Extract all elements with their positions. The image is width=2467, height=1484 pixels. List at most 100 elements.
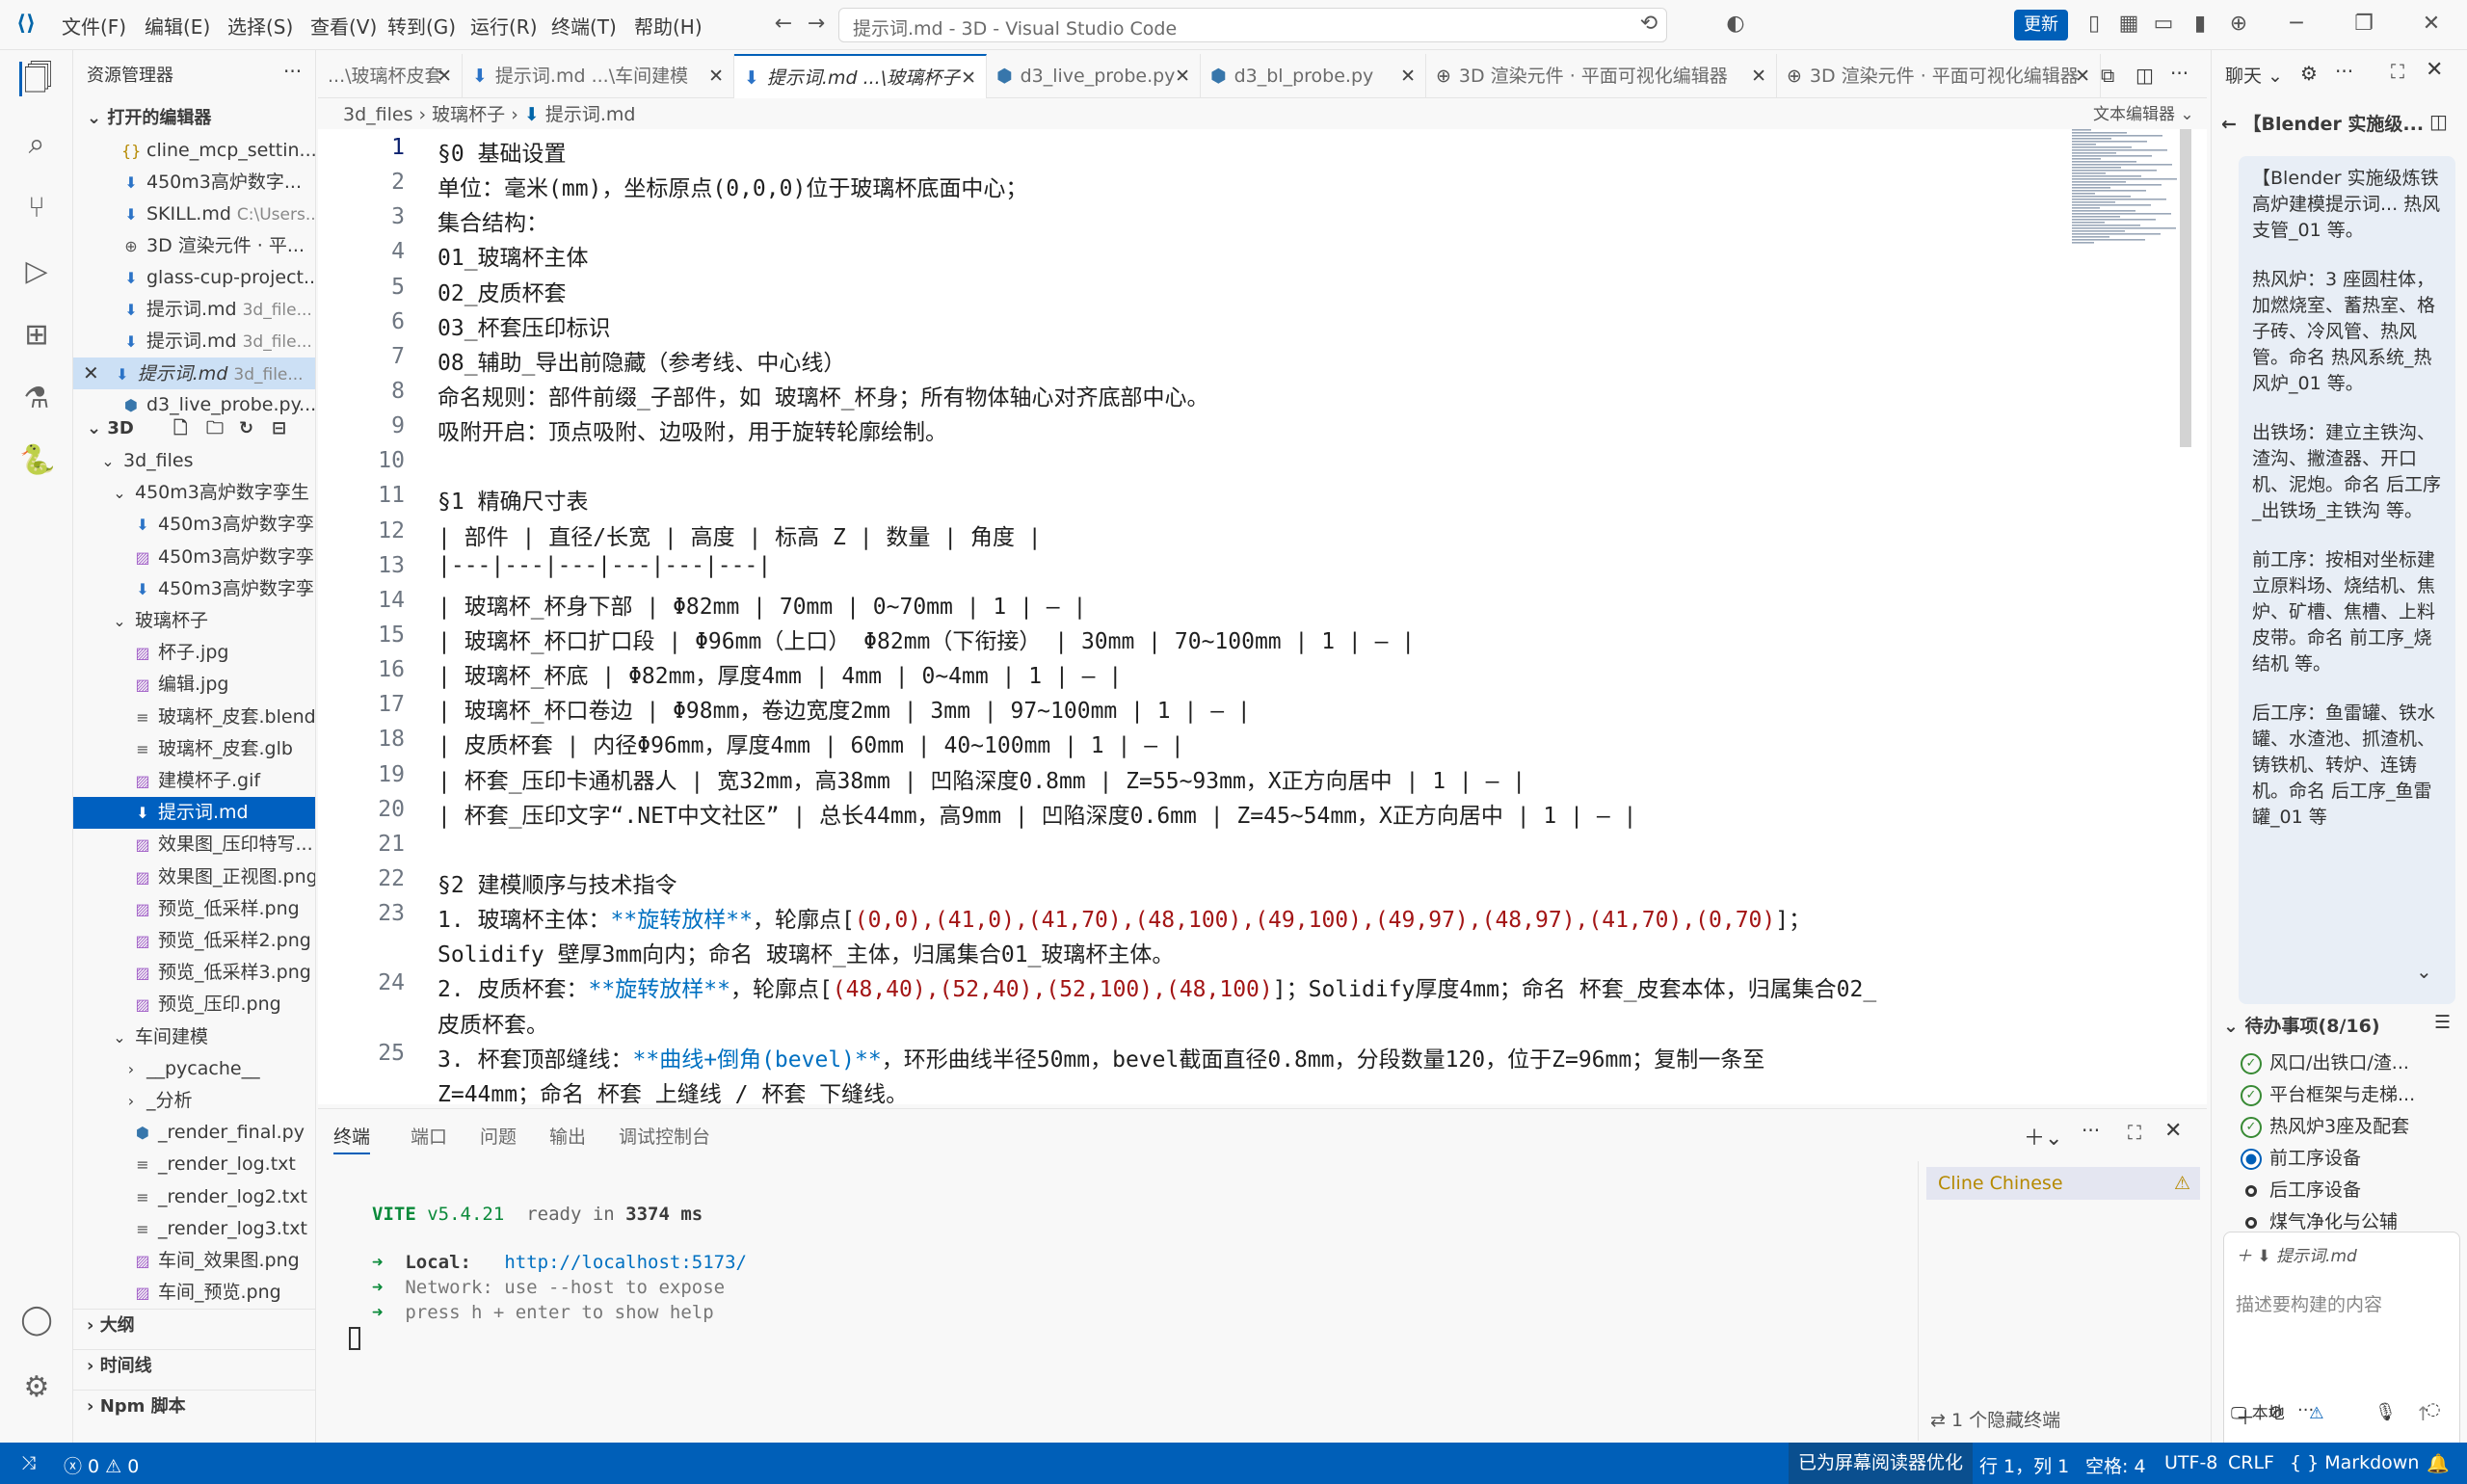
tree-file[interactable]: ▨ 效果图_正视图.png xyxy=(73,861,315,893)
code-line[interactable]: 吸附开启：顶点吸附、边吸附，用于旋转轮廓绘制。 xyxy=(438,413,947,446)
split-editor-icon[interactable]: ◫ xyxy=(2135,64,2154,87)
editor-tab[interactable]: ⬇ 提示词.md ...\玻璃杯子 ✕ xyxy=(734,54,987,98)
tree-file[interactable]: ▨ 编辑.jpg xyxy=(73,669,315,701)
code-line[interactable]: 皮质杯套。 xyxy=(438,1006,548,1039)
code-line[interactable]: | 玻璃杯_杯口扩口段 | Φ96mm（上口） Φ82mm（下衔接） | 30m… xyxy=(438,623,1415,655)
code-line[interactable]: 01_玻璃杯主体 xyxy=(438,239,589,272)
code-line[interactable]: | 皮质杯套 | 内径Φ96mm，厚度4mm | 60mm | 40~100mm… xyxy=(438,727,1184,759)
tree-folder[interactable]: › __pycache__ xyxy=(73,1053,315,1085)
tree-file[interactable]: ≡ _render_log.txt xyxy=(73,1149,315,1180)
testing-icon[interactable]: ⚗ xyxy=(19,382,54,416)
open-editor-item[interactable]: ⬇ 450m3高炉数字... xyxy=(73,167,315,199)
extensions-icon[interactable]: ⊞ xyxy=(19,318,54,353)
python-icon[interactable]: 🐍 xyxy=(19,443,55,478)
run-debug-icon[interactable]: ▷ xyxy=(19,254,54,289)
breadcrumb-folder[interactable]: 3d_files xyxy=(343,104,412,125)
tree-folder[interactable]: ⌄ 车间建模 xyxy=(73,1021,315,1053)
editor-tab[interactable]: ⬇ 提示词.md ...\车间建模 ✕ xyxy=(463,54,734,98)
encoding[interactable]: UTF-8 xyxy=(2164,1452,2217,1473)
tree-file[interactable]: ⬢ _render_final.py xyxy=(73,1117,315,1149)
code-line[interactable]: | 部件 | 直径/长宽 | 高度 | 标高 Z | 数量 | 角度 | xyxy=(438,518,1042,551)
close-panel-icon[interactable]: ✕ xyxy=(2164,1119,2182,1143)
menu-item[interactable]: 编辑(E) xyxy=(145,12,210,40)
menu-item[interactable]: 帮助(H) xyxy=(634,12,703,40)
search-icon[interactable]: ⌕ xyxy=(19,127,54,162)
menu-item[interactable]: 查看(V) xyxy=(310,12,377,40)
close-icon[interactable]: ✕ xyxy=(83,361,99,384)
minimize-icon[interactable]: ─ xyxy=(2284,12,2309,37)
chat-settings-icon[interactable]: ⚙ xyxy=(2300,62,2318,85)
tree-file[interactable]: ▨ 效果图_压印特写... xyxy=(73,829,315,861)
code-line[interactable]: §1 精确尺寸表 xyxy=(438,483,589,516)
tree-file[interactable]: ≡ _render_log2.txt xyxy=(73,1181,315,1213)
panel-tab[interactable]: 终端 xyxy=(333,1123,371,1154)
new-folder-icon[interactable]: 🗀 xyxy=(206,412,224,444)
open-editor-item[interactable]: ⬇ SKILL.md C:\Users... xyxy=(73,199,315,230)
chat-input[interactable]: 描述要构建的内容 xyxy=(2236,1290,2382,1316)
tree-folder[interactable]: ⌄ 450m3高炉数字孪生 xyxy=(73,477,315,509)
minimap[interactable] xyxy=(2072,129,2188,254)
panel-tab[interactable]: 调试控制台 xyxy=(619,1123,710,1149)
panel-more-icon[interactable]: ··· xyxy=(2082,1119,2100,1142)
editor-scrollbar[interactable] xyxy=(2180,129,2191,447)
todo-item[interactable]: 前工序设备 xyxy=(2241,1144,2361,1170)
outline-section[interactable]: › 大纲 xyxy=(73,1309,315,1340)
local-url-link[interactable]: http://localhost:5173/ xyxy=(504,1252,747,1273)
chat-more-icon[interactable]: ··· xyxy=(2335,60,2353,83)
breadcrumb-subfolder[interactable]: 玻璃杯子 xyxy=(432,104,505,125)
maximize-panel-icon[interactable]: ⛶ xyxy=(2128,1121,2141,1144)
menu-item[interactable]: 文件(F) xyxy=(62,12,126,40)
restore-icon[interactable]: ❐ xyxy=(2351,12,2376,37)
tree-folder[interactable]: › _分析 xyxy=(73,1085,315,1117)
code-line[interactable]: Z=44mm；命名 杯套_上缝线 / 杯套_下缝线。 xyxy=(438,1075,908,1104)
editor-mode-label[interactable]: 文本编辑器 ⌄ xyxy=(2093,100,2194,124)
tree-file[interactable]: ▨ 预览_低采样.png xyxy=(73,893,315,925)
toggle-primary-sidebar-icon[interactable]: ▯ xyxy=(2082,12,2107,37)
close-tab-icon[interactable]: ✕ xyxy=(708,54,724,98)
cursor-position[interactable]: 行 1，列 1 xyxy=(1979,1452,2069,1478)
new-terminal-icon[interactable]: ＋⌄ xyxy=(2024,1121,2062,1152)
toggle-panel-icon[interactable]: ▭ xyxy=(2151,12,2176,37)
indentation[interactable]: 空格: 4 xyxy=(2085,1452,2146,1478)
tree-file[interactable]: ⬇ 450m3高炉数字孪... xyxy=(73,509,315,541)
menu-item[interactable]: 终端(T) xyxy=(551,12,617,40)
more-actions-icon[interactable]: ··· xyxy=(283,60,302,83)
notifications-bell-icon[interactable]: 🔔 xyxy=(2427,1452,2450,1474)
tree-file[interactable]: ▨ 预览_压印.png xyxy=(73,989,315,1020)
open-editor-item[interactable]: ⬇ glass-cup-project... xyxy=(73,262,315,294)
code-line[interactable]: |---|---|---|---|---|---| xyxy=(438,553,771,578)
todo-item[interactable]: 煤气净化与公辅 xyxy=(2241,1207,2398,1233)
todo-list-icon[interactable]: ☰ xyxy=(2434,1012,2451,1033)
code-line[interactable]: | 玻璃杯_杯底 | Φ82mm，厚度4mm | 4mm | 0~4mm | 1… xyxy=(438,657,1122,690)
scroll-down-icon[interactable]: ⌄ xyxy=(2416,960,2432,983)
code-line[interactable]: | 杯套_压印文字“.NET中文社区” | 总长44mm，高9mm | 凹陷深度… xyxy=(438,797,1636,830)
code-line[interactable]: 3. 杯套顶部缝线：**曲线+倒角(bevel)**，环形曲线半径50mm，be… xyxy=(438,1041,1764,1073)
menu-item[interactable]: 选择(S) xyxy=(227,12,293,40)
tree-file[interactable]: ▨ 杯子.jpg xyxy=(73,637,315,669)
toggle-secondary-sidebar-icon[interactable]: ▮ xyxy=(2188,12,2213,37)
tree-file[interactable]: ▨ 预览_低采样2.png xyxy=(73,925,315,957)
line-ending[interactable]: CRLF xyxy=(2228,1452,2274,1473)
menu-item[interactable]: 转到(G) xyxy=(387,12,456,40)
editor-tab[interactable]: ⬢ d3_bl_probe.py ✕ xyxy=(1201,54,1426,98)
editor-tab[interactable]: ⊕ 3D 渲染元件 · 平面可视化编辑器 ✕ xyxy=(1777,54,2101,98)
menu-item[interactable]: 运行(R) xyxy=(470,12,538,40)
close-tab-icon[interactable]: ✕ xyxy=(2075,54,2090,98)
code-line[interactable]: 命名规则：部件前缀_子部件，如 玻璃杯_杯身；所有物体轴心对齐底部中心。 xyxy=(438,379,1209,411)
breadcrumb-file[interactable]: 提示词.md xyxy=(545,104,636,125)
context-file-chip[interactable]: ＋ ⬇ 提示词.md xyxy=(2236,1242,2357,1266)
code-editor[interactable]: 1 §0 基础设置 2 单位：毫米(mm)，坐标原点(0,0,0)位于玻璃杯底面中心；… xyxy=(318,129,2207,1104)
settings-gear-icon[interactable]: ⚙ xyxy=(19,1370,54,1405)
code-line[interactable]: | 玻璃杯_杯口卷边 | Φ98mm，卷边宽度2mm | 3mm | 97~10… xyxy=(438,692,1251,725)
terminal-item-cline[interactable]: Cline Chinese ⚠ xyxy=(1926,1167,2200,1200)
code-line[interactable]: 1. 玻璃杯主体：**旋转放样**，轮廓点[(0,0),(41,0),(41,7… xyxy=(438,901,1811,934)
code-line[interactable]: 2. 皮质杯套：**旋转放样**，轮廓点[(48,40),(52,40),(52… xyxy=(438,970,1876,1003)
source-control-icon[interactable]: ⑂ xyxy=(19,191,54,225)
problems-indicator[interactable]: ⓧ 0 ⚠ 0 xyxy=(64,1452,139,1478)
tree-file[interactable]: ≡ _render_log3.txt xyxy=(73,1213,315,1245)
todo-item[interactable]: ✓ 平台框架与走梯... xyxy=(2241,1080,2415,1106)
new-file-icon[interactable]: 🗋 xyxy=(173,412,187,444)
open-editor-item[interactable]: {} cline_mcp_settin... xyxy=(73,135,315,167)
tree-folder[interactable]: ⌄ 玻璃杯子 xyxy=(73,605,315,637)
customize-layout-icon[interactable]: ▦ xyxy=(2116,12,2141,37)
